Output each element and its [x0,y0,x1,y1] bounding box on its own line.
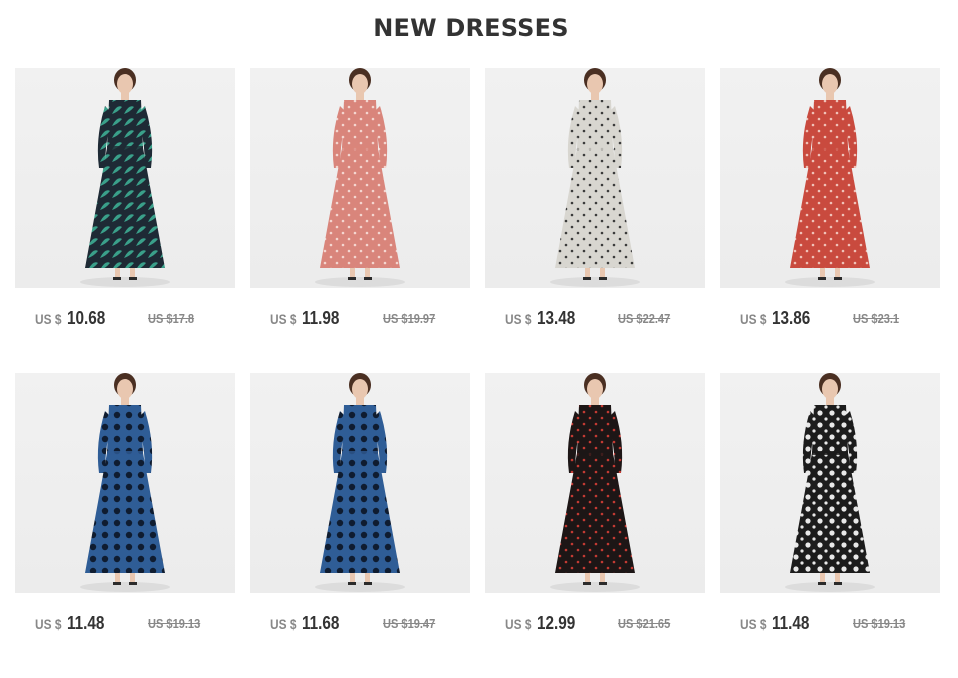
dress-illustration [785,68,875,287]
dress-illustration [315,68,405,287]
price-row: US $ 11.98 US $19.97 [270,308,470,330]
sale-price: 13.86 [772,308,811,328]
product-image[interactable] [485,373,705,593]
product-row: US $ 10.68 US $17.8 US $ 11.98 US $19.97… [15,68,940,373]
sale-price: 10.68 [67,308,106,328]
original-price: US $19.13 [853,616,906,631]
product-image[interactable] [720,373,940,593]
currency-label: US $ [505,616,532,632]
original-price: US $19.13 [148,616,201,631]
sale-price: 11.48 [772,613,810,633]
dress-illustration [550,373,640,592]
price-row: US $ 10.68 US $17.8 [35,308,235,330]
price-row: US $ 11.48 US $19.13 [740,613,940,635]
product-card[interactable]: US $ 11.68 US $19.47 [250,373,470,653]
dress-illustration [80,68,170,287]
sale-price: 12.99 [537,613,576,633]
price-row: US $ 13.86 US $23.1 [740,308,940,330]
currency-label: US $ [505,311,532,327]
currency-label: US $ [270,616,297,632]
sale-price: 11.48 [67,613,105,633]
original-price: US $22.47 [618,311,671,326]
original-price: US $19.47 [383,616,436,631]
product-image[interactable] [720,68,940,288]
currency-label: US $ [740,616,767,632]
original-price: US $23.1 [853,311,900,326]
dress-illustration [315,373,405,592]
sale-price: 11.68 [302,613,340,633]
original-price: US $21.65 [618,616,671,631]
sale-price: 11.98 [302,308,340,328]
product-row: US $ 11.48 US $19.13 US $ 11.68 US $19.4… [15,373,940,678]
currency-label: US $ [35,311,62,327]
product-card[interactable]: US $ 12.99 US $21.65 [485,373,705,653]
original-price: US $19.97 [383,311,436,326]
currency-label: US $ [740,311,767,327]
product-image[interactable] [250,373,470,593]
price-row: US $ 13.48 US $22.47 [505,308,705,330]
dress-illustration [785,373,875,592]
currency-label: US $ [270,311,297,327]
currency-label: US $ [35,616,62,632]
section-title: NEW DRESSES [373,14,569,42]
price-row: US $ 11.48 US $19.13 [35,613,235,635]
dress-illustration [80,373,170,592]
product-card[interactable]: US $ 13.48 US $22.47 [485,68,705,348]
original-price: US $17.8 [148,311,195,326]
product-card[interactable]: US $ 11.48 US $19.13 [720,373,940,653]
product-image[interactable] [15,373,235,593]
dress-illustration [550,68,640,287]
product-image[interactable] [15,68,235,288]
sale-price: 13.48 [537,308,576,328]
price-row: US $ 11.68 US $19.47 [270,613,470,635]
product-grid: US $ 10.68 US $17.8 US $ 11.98 US $19.97… [15,68,940,678]
product-card[interactable]: US $ 11.48 US $19.13 [15,373,235,653]
product-card[interactable]: US $ 11.98 US $19.97 [250,68,470,348]
product-image[interactable] [485,68,705,288]
price-row: US $ 12.99 US $21.65 [505,613,705,635]
product-image[interactable] [250,68,470,288]
product-card[interactable]: US $ 10.68 US $17.8 [15,68,235,348]
product-card[interactable]: US $ 13.86 US $23.1 [720,68,940,348]
